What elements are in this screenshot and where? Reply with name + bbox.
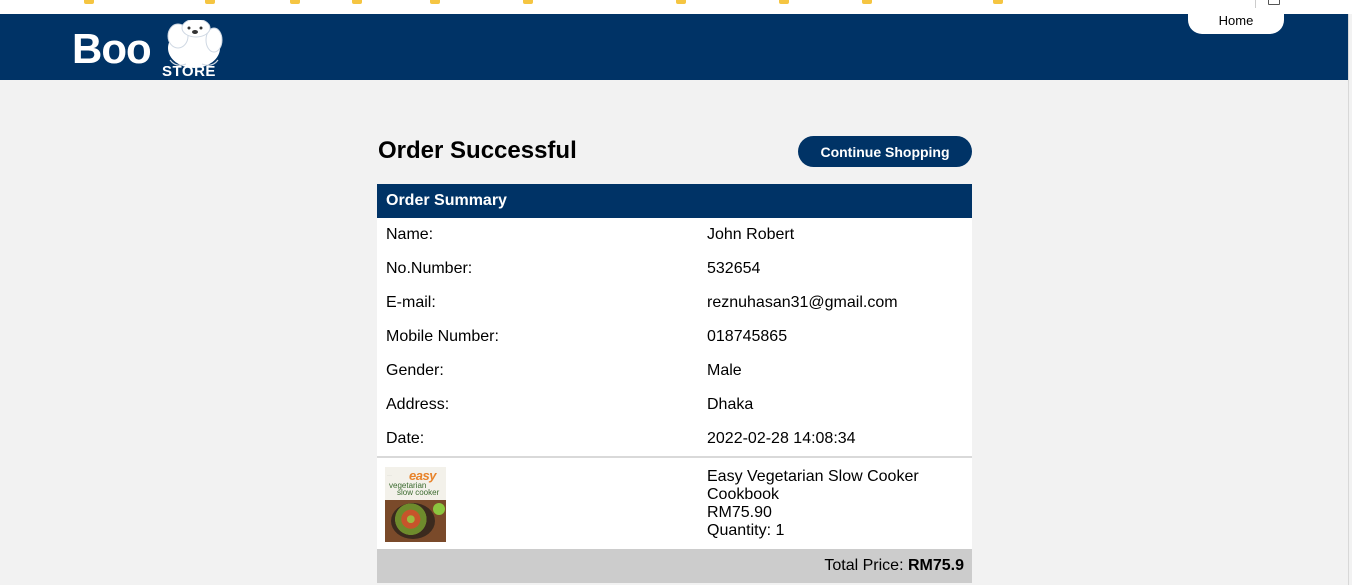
row-label: Name: bbox=[386, 226, 434, 243]
cover-food-bowl bbox=[391, 503, 435, 539]
row-value: 2022-02-28 14:08:34 bbox=[707, 430, 856, 447]
order-summary-heading: Order Summary bbox=[377, 184, 972, 218]
product-info: Easy Vegetarian Slow Cooker Cookbook RM7… bbox=[707, 468, 919, 540]
bookmark-folder-icon[interactable] bbox=[430, 0, 440, 4]
order-item: ····· easy vegetarian slow cooker Easy V… bbox=[377, 458, 972, 549]
row-label: Date: bbox=[386, 430, 425, 447]
cover-line: slow cooker bbox=[397, 488, 440, 497]
page-title: Order Successful bbox=[378, 137, 577, 164]
book-cover-image: ····· easy vegetarian slow cooker bbox=[385, 467, 446, 542]
row-label: Gender: bbox=[386, 362, 444, 379]
order-summary-card: Order Summary Name: John Robert No.Numbe… bbox=[377, 184, 972, 583]
row-label: Address: bbox=[386, 396, 450, 413]
bookmark-folder-icon[interactable] bbox=[993, 0, 1003, 4]
bookmark-folder-icon[interactable] bbox=[523, 0, 533, 4]
bookmark-folder-icon[interactable] bbox=[862, 0, 872, 4]
bookmarks-divider bbox=[1255, 0, 1256, 8]
bookmark-folder-icon[interactable] bbox=[84, 0, 94, 4]
summary-row-name: Name: John Robert bbox=[377, 218, 972, 252]
row-label: E-mail: bbox=[386, 294, 436, 311]
logo-text: Boo bbox=[72, 25, 152, 72]
row-label: Mobile Number: bbox=[386, 328, 499, 345]
site-header: Boo STORE Home bbox=[0, 14, 1352, 80]
product-name: Easy Vegetarian Slow Cooker bbox=[707, 468, 919, 485]
row-value: reznuhasan31@gmail.com bbox=[707, 294, 898, 311]
page-scrollbar[interactable] bbox=[1348, 14, 1352, 585]
product-price: RM75.90 bbox=[707, 504, 772, 521]
bookmark-folder-icon[interactable] bbox=[779, 0, 789, 4]
summary-row-address: Address: Dhaka bbox=[377, 388, 972, 422]
total-label: Total Price: bbox=[824, 557, 904, 574]
bookmarks-bar bbox=[0, 0, 1352, 14]
bookmark-folder-icon[interactable] bbox=[290, 0, 300, 4]
bookmark-folder-icon[interactable] bbox=[205, 0, 215, 4]
summary-row-date: Date: 2022-02-28 14:08:34 bbox=[377, 422, 972, 456]
row-value: Dhaka bbox=[707, 396, 754, 413]
row-value: 018745865 bbox=[707, 328, 788, 345]
site-logo[interactable]: Boo STORE bbox=[72, 20, 232, 80]
product-name-cont: Cookbook bbox=[707, 486, 780, 503]
product-quantity: Quantity: 1 bbox=[707, 522, 785, 539]
summary-row-mobile: Mobile Number: 018745865 bbox=[377, 320, 972, 354]
summary-row-gender: Gender: Male bbox=[377, 354, 972, 388]
cover-badge bbox=[433, 503, 445, 515]
continue-shopping-button[interactable]: Continue Shopping bbox=[798, 136, 972, 167]
total-price-bar: Total Price: RM75.9 bbox=[377, 549, 972, 583]
row-value: John Robert bbox=[707, 226, 795, 243]
total-value: RM75.9 bbox=[907, 557, 964, 574]
cover-publisher-mark: ····· bbox=[387, 473, 392, 477]
bookmark-folder-icon[interactable] bbox=[352, 0, 362, 4]
summary-row-email: E-mail: reznuhasan31@gmail.com bbox=[377, 286, 972, 320]
home-button[interactable]: Home bbox=[1188, 14, 1284, 34]
bookmark-folder-icon[interactable] bbox=[676, 0, 686, 4]
reading-list-icon[interactable] bbox=[1268, 0, 1280, 5]
row-value: 532654 bbox=[707, 260, 761, 277]
apps-icon[interactable] bbox=[16, 0, 26, 4]
row-label: No.Number: bbox=[386, 260, 473, 277]
logo-subtext: STORE bbox=[162, 63, 216, 80]
row-value: Male bbox=[707, 362, 742, 379]
summary-row-number: No.Number: 532654 bbox=[377, 252, 972, 286]
